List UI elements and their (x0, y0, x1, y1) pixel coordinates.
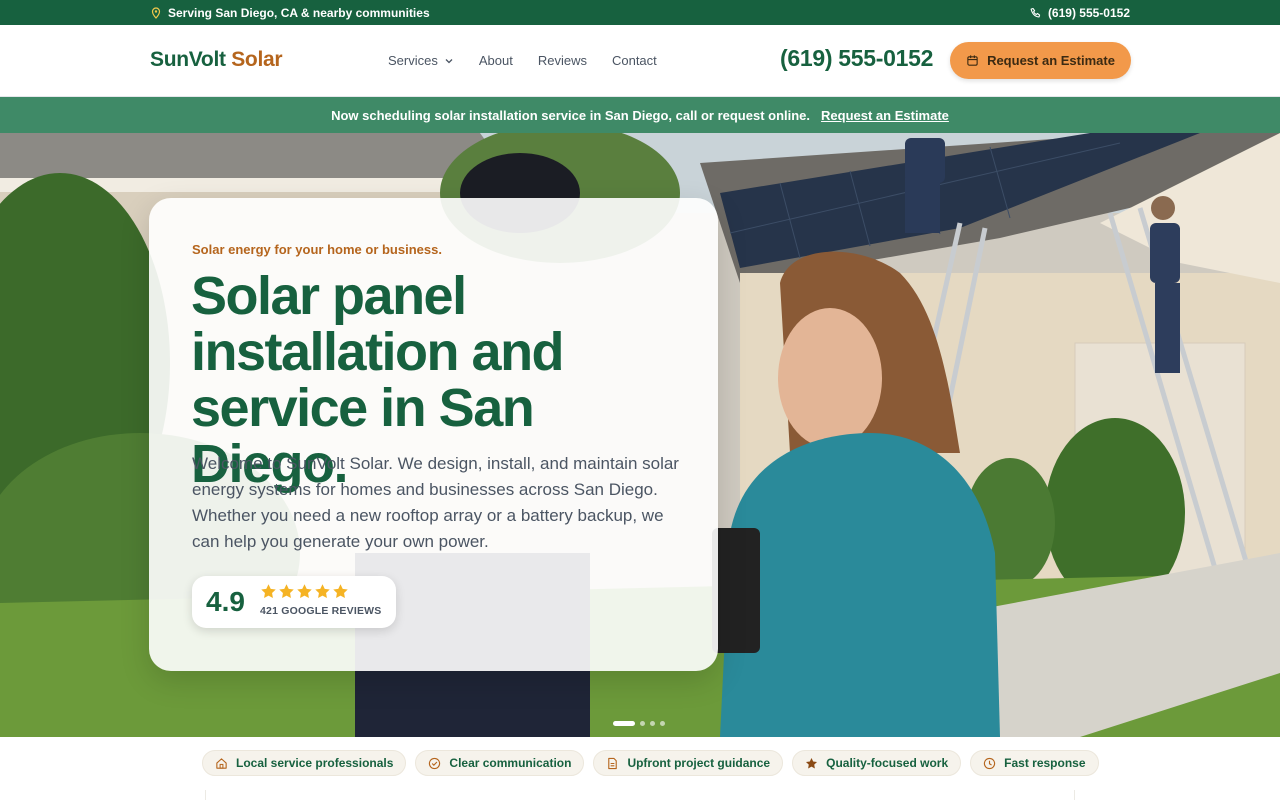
nav-services[interactable]: Services (388, 53, 454, 68)
star-icon (806, 757, 818, 769)
check-circle-icon (429, 757, 441, 769)
trust-chip-label: Quality-focused work (826, 756, 949, 770)
rating-stars (260, 583, 349, 600)
home-icon (216, 757, 227, 769)
main-nav: Services About Reviews Contact (388, 53, 657, 68)
service-area-text: Serving San Diego, CA & nearby communiti… (168, 6, 430, 20)
logo-text-sunvolt: SunVolt (150, 48, 226, 71)
announcement-estimate-link[interactable]: Request an Estimate (821, 108, 949, 123)
clock-icon (983, 757, 996, 769)
star-icon (333, 584, 348, 599)
trust-chip-label: Local service professionals (236, 756, 394, 770)
carousel-dot-2[interactable] (640, 721, 645, 726)
trust-chip-quality: Quality-focused work (792, 750, 962, 776)
trust-chip-response: Fast response (970, 750, 1099, 776)
trust-chip-guidance: Upfront project guidance (593, 750, 784, 776)
rating-score: 4.9 (206, 586, 245, 617)
trust-chip-label: Fast response (1004, 756, 1086, 770)
site-header: SunVolt Solar Services About Reviews Con… (0, 25, 1280, 97)
trust-chip-local: Local service professionals (202, 750, 407, 776)
next-section-edge (205, 790, 1075, 800)
trust-strip: Local service professionals Clear commun… (0, 737, 1280, 800)
top-utility-bar: Serving San Diego, CA & nearby communiti… (0, 0, 1280, 25)
star-icon (279, 584, 294, 599)
hero-eyebrow: Solar energy for your home or business. (192, 242, 442, 257)
star-icon (261, 584, 276, 599)
nav-about[interactable]: About (479, 53, 513, 68)
nav-services-label: Services (388, 53, 438, 68)
topbar-phone-text: (619) 555-0152 (1047, 6, 1130, 20)
announcement-text: Now scheduling solar installation servic… (331, 107, 811, 123)
logo-text-solar: Solar (231, 48, 283, 71)
phone-icon (1030, 7, 1041, 18)
announcement-bar: Now scheduling solar installation servic… (0, 97, 1280, 133)
service-area: Serving San Diego, CA & nearby communiti… (150, 6, 430, 20)
topbar-phone-link[interactable]: (619) 555-0152 (1030, 6, 1130, 20)
trust-chips: Local service professionals Clear commun… (202, 750, 1099, 776)
carousel-dot-4[interactable] (660, 721, 665, 726)
request-estimate-label: Request an Estimate (987, 53, 1115, 68)
carousel-dots (613, 721, 665, 726)
trust-chip-label: Clear communication (449, 756, 572, 770)
hero-body: Welcome to SunVolt Solar. We design, ins… (192, 454, 679, 551)
trust-chip-label: Upfront project guidance (627, 756, 771, 770)
site-logo[interactable]: SunVolt Solar (150, 48, 283, 72)
rating-count: 421 GOOGLE REVIEWS (260, 605, 382, 617)
hero-card: Solar energy for your home or business. … (149, 198, 718, 671)
header-phone-link[interactable]: (619) 555-0152 (780, 45, 933, 72)
star-icon (297, 584, 312, 599)
calendar-icon (967, 55, 978, 66)
hero-section: Solar energy for your home or business. … (0, 133, 1280, 737)
carousel-dot-3[interactable] (650, 721, 655, 726)
request-estimate-button[interactable]: Request an Estimate (950, 42, 1131, 79)
map-pin-icon (151, 7, 161, 19)
nav-reviews[interactable]: Reviews (538, 53, 587, 68)
carousel-dot-1[interactable] (613, 721, 635, 726)
star-icon (315, 584, 330, 599)
chevron-down-icon (445, 58, 453, 63)
google-rating-badge[interactable]: 4.9 421 GOOGLE REVIEWS (192, 576, 396, 628)
document-icon (608, 757, 618, 769)
trust-chip-communication: Clear communication (415, 750, 585, 776)
nav-contact[interactable]: Contact (612, 53, 657, 68)
